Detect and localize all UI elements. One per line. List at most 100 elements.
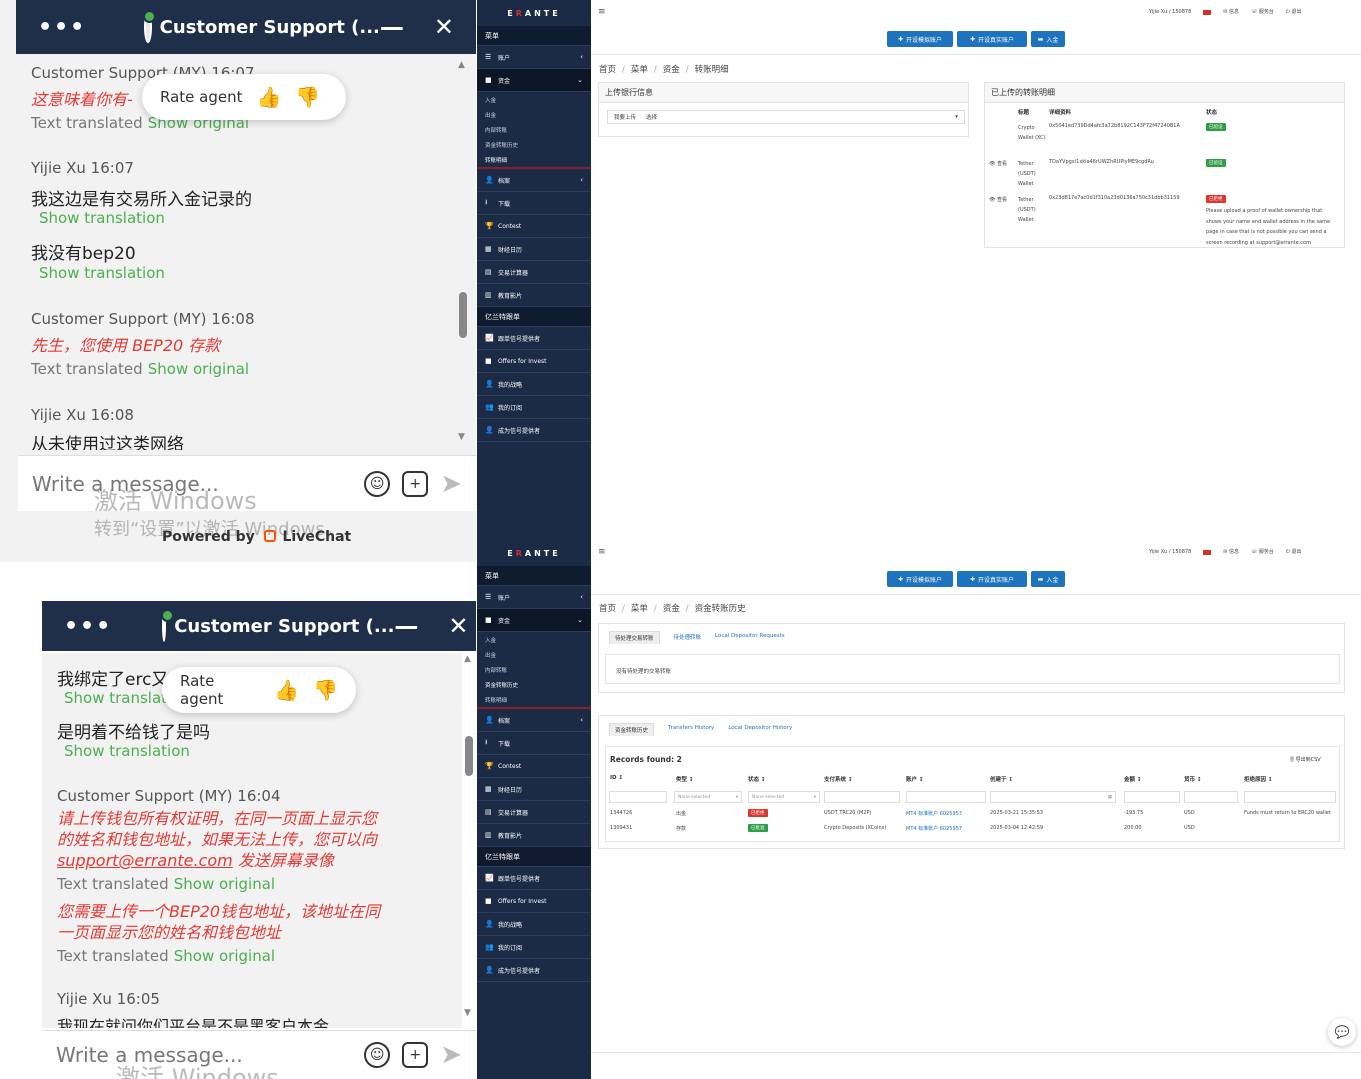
scroll-down-icon[interactable]: ▼: [458, 432, 465, 442]
scroll-up-icon[interactable]: ▲: [464, 654, 471, 664]
filter-type[interactable]: None selected ▾: [674, 791, 742, 803]
thumbs-up-icon[interactable]: 👍: [257, 85, 282, 109]
filter-account[interactable]: [906, 791, 986, 803]
show-original-link[interactable]: Show original: [174, 875, 275, 893]
sidebar-subitem-transfer-history[interactable]: 资金转账历史: [477, 677, 591, 692]
breadcrumb-menu[interactable]: 菜单: [631, 65, 648, 75]
sidebar-item-contest[interactable]: 🏆 Contest: [477, 755, 591, 778]
show-translation-link[interactable]: Show translation: [39, 264, 165, 282]
tab-pending-trade-transfers[interactable]: 待处理交易转账: [609, 631, 660, 644]
show-translation-link[interactable]: Show translation: [39, 209, 165, 227]
helpdesk-link[interactable]: ☏ 服务台: [1251, 549, 1274, 556]
logout-link[interactable]: ⏻ 退出: [1286, 549, 1302, 556]
close-icon[interactable]: ✕: [434, 13, 454, 41]
send-icon[interactable]: ➤: [440, 469, 462, 499]
user-name[interactable]: Yijie Xu / 150878: [1149, 9, 1191, 16]
emoji-icon[interactable]: ☺: [364, 470, 391, 497]
sidebar-item-calendar[interactable]: ▦ 财经日历: [477, 778, 591, 801]
sidebar-subitem-internal-transfer[interactable]: 内部转账: [477, 662, 591, 677]
view-link[interactable]: 👁 查看: [989, 160, 1007, 167]
more-options-icon[interactable]: •••: [38, 15, 86, 40]
col-header-currency[interactable]: 货币 ↕: [1184, 775, 1202, 783]
col-header-reject-reason[interactable]: 拒绝原因 ↕: [1244, 775, 1273, 783]
tab-transfers-history[interactable]: Transfers History: [668, 723, 714, 736]
sidebar-item-videos[interactable]: ▥ 教育影片: [477, 284, 591, 307]
chat-launcher-icon[interactable]: 💬: [1328, 1018, 1356, 1046]
flag-icon[interactable]: [1203, 550, 1212, 555]
sidebar-item-become-provider[interactable]: 👤 成为信号提供者: [477, 959, 591, 982]
thumbs-down-icon[interactable]: 👎: [313, 678, 338, 702]
filter-currency[interactable]: [1184, 791, 1238, 803]
thumbs-down-icon[interactable]: 👎: [295, 85, 320, 109]
sidebar-item-account[interactable]: ☰ 账户 ‹: [477, 46, 591, 69]
deposit-button[interactable]: ▬ 入金: [1031, 31, 1065, 47]
show-translation-link[interactable]: Show translation: [64, 742, 190, 760]
close-icon[interactable]: ✕: [448, 612, 468, 640]
sidebar-item-signal-providers[interactable]: 📈 跟单信号提供者: [477, 867, 591, 890]
sidebar-subitem-transfer-details[interactable]: 转账明细: [477, 692, 591, 707]
open-real-account-button[interactable]: ✚ 开设真实账户: [957, 31, 1027, 47]
show-original-link[interactable]: Show original: [148, 360, 249, 378]
logout-link[interactable]: ⏻ 退出: [1286, 9, 1302, 16]
sidebar-item-profile[interactable]: 👤 档案 ‹: [477, 169, 591, 192]
sidebar-item-funds[interactable]: ■ 资金 ⌄: [477, 69, 591, 92]
helpdesk-link[interactable]: ☏ 服务台: [1251, 9, 1274, 16]
support-email-link[interactable]: support@errante.com: [57, 851, 233, 870]
filter-status[interactable]: None selected ▾: [748, 791, 820, 803]
scroll-up-icon[interactable]: ▲: [458, 60, 465, 70]
col-header-id[interactable]: ID ↕: [610, 775, 623, 781]
col-header-status[interactable]: 状态 ↕: [748, 775, 766, 783]
sidebar-item-funds[interactable]: ■ 资金 ⌄: [477, 609, 591, 632]
filter-payment-system[interactable]: [824, 791, 900, 803]
sidebar-item-videos[interactable]: ▥ 教育影片: [477, 824, 591, 847]
sidebar-item-calculator[interactable]: ▤ 交易计算器: [477, 261, 591, 284]
attach-icon[interactable]: +: [402, 1042, 429, 1068]
col-header-amount[interactable]: 金额 ↕: [1124, 775, 1142, 783]
scroll-thumb[interactable]: [459, 292, 467, 338]
sidebar-item-offers[interactable]: ■ Offers for Invest: [477, 890, 591, 913]
tab-pending-transfers[interactable]: 待处理转账: [674, 631, 702, 644]
sidebar-item-download[interactable]: ⭳ 下载: [477, 192, 591, 215]
sidebar-item-my-strategy[interactable]: 👤 我的战略: [477, 913, 591, 936]
thumbs-up-icon[interactable]: 👍: [274, 678, 299, 702]
sidebar-subitem-deposit[interactable]: 入金: [477, 632, 591, 647]
cell-account-link[interactable]: MT4 标准账户 6025957: [906, 810, 962, 817]
cell-account-link[interactable]: MT4 标准账户 6025957: [906, 825, 962, 832]
sidebar-subitem-internal-transfer[interactable]: 内部转账: [477, 122, 591, 137]
show-original-link[interactable]: Show original: [174, 947, 275, 965]
scroll-thumb[interactable]: [465, 736, 473, 776]
export-csv-button[interactable]: 🖹 导出到CSV: [1290, 756, 1321, 765]
sidebar-item-calculator[interactable]: ▤ 交易计算器: [477, 801, 591, 824]
filter-id[interactable]: [609, 791, 667, 803]
upload-type-select[interactable]: 我要上传 选择 ▾: [607, 110, 965, 124]
sidebar-item-subscriptions[interactable]: 👥 我的订阅: [477, 396, 591, 419]
breadcrumb-menu[interactable]: 菜单: [631, 604, 648, 614]
breadcrumb-funds[interactable]: 资金: [663, 65, 680, 75]
sidebar-item-become-provider[interactable]: 👤 成为信号提供者: [477, 419, 591, 442]
breadcrumb-funds[interactable]: 资金: [663, 604, 680, 614]
filter-reject-reason[interactable]: [1244, 791, 1336, 803]
col-header-account[interactable]: 账户 ↕: [906, 775, 924, 783]
sidebar-item-profile[interactable]: 👤 档案 ‹: [477, 709, 591, 732]
open-demo-account-button[interactable]: ✚ 开设模拟账户: [887, 571, 953, 587]
breadcrumb-home[interactable]: 首页: [599, 65, 616, 75]
sidebar-subitem-withdraw[interactable]: 出金: [477, 647, 591, 662]
col-header-type[interactable]: 类型 ↕: [676, 775, 694, 783]
sidebar-item-download[interactable]: ⭳ 下载: [477, 732, 591, 755]
open-real-account-button[interactable]: ✚ 开设真实账户: [957, 571, 1027, 587]
flag-icon[interactable]: [1203, 10, 1212, 15]
col-header-created[interactable]: 创建于 ↕: [990, 775, 1013, 783]
sidebar-subitem-transfer-details[interactable]: 转账明细: [477, 152, 591, 167]
filter-amount[interactable]: [1124, 791, 1180, 803]
message-scrollbar[interactable]: ▲ ▼: [464, 654, 474, 1020]
sidebar-item-signal-providers[interactable]: 📈 跟单信号提供者: [477, 327, 591, 350]
messages-link[interactable]: ✉ 信息: [1223, 9, 1239, 16]
sidebar-item-account[interactable]: ☰ 账户 ‹: [477, 586, 591, 609]
hamburger-icon[interactable]: ≡: [598, 7, 606, 17]
open-demo-account-button[interactable]: ✚ 开设模拟账户: [887, 31, 953, 47]
col-header-payment-system[interactable]: 支付系统 ↕: [824, 775, 853, 783]
filter-created[interactable]: ▦: [990, 791, 1116, 803]
sidebar-item-contest[interactable]: 🏆 Contest: [477, 215, 591, 238]
attach-icon[interactable]: +: [402, 470, 429, 497]
minimize-icon[interactable]: —: [394, 612, 418, 640]
